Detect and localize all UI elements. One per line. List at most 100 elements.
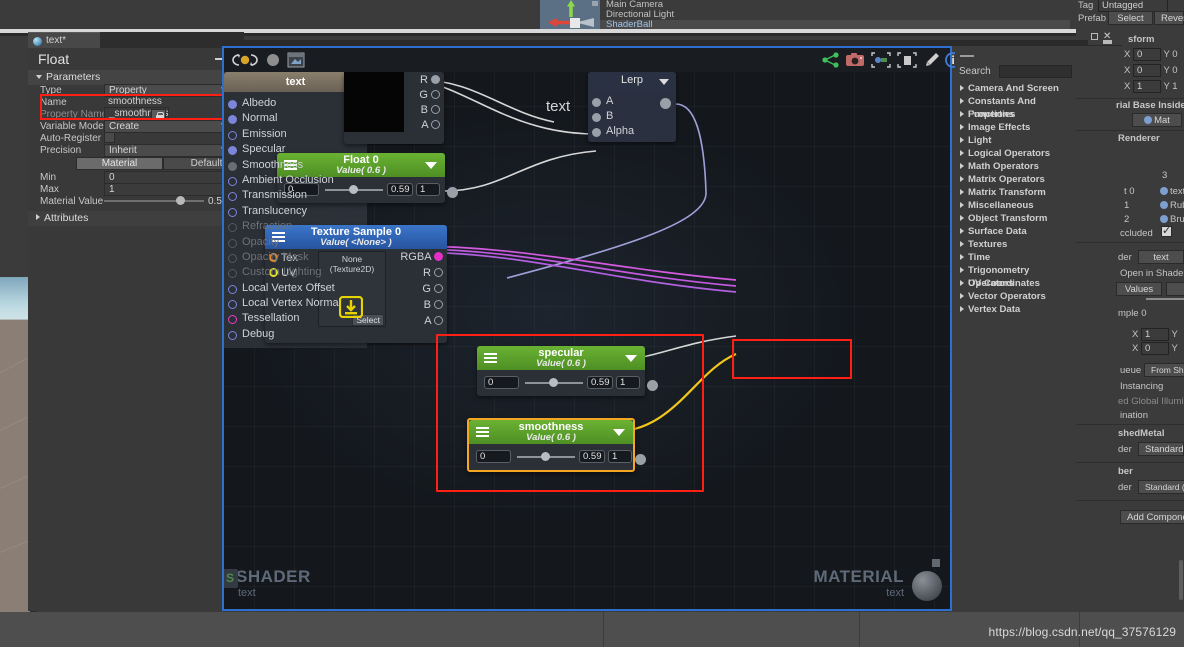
section-attributes[interactable]: Attributes	[28, 211, 244, 226]
palette-item-object-transform[interactable]: Object Transform	[957, 212, 1074, 225]
master-port-opacity-mask[interactable]: Opacity Mask	[224, 250, 367, 265]
add-component-button[interactable]: Add Compone	[1120, 510, 1184, 524]
shader-value[interactable]: text	[1138, 250, 1184, 264]
focus-selected-icon[interactable]	[870, 51, 892, 69]
max-field[interactable]: 1	[416, 183, 440, 196]
rotation-x-field[interactable]: 0	[1132, 64, 1161, 77]
position-y-value[interactable]: 0	[1172, 49, 1177, 60]
palette-item-math-operators[interactable]: Math Operators	[957, 160, 1074, 173]
auto-register-checkbox[interactable]	[104, 132, 115, 143]
dynamic-occluded-checkbox[interactable]	[1161, 224, 1172, 237]
rgba-output-port[interactable]: RGBA	[400, 251, 443, 263]
gizmo-menu-icon[interactable]	[592, 1, 598, 6]
palette-item-trigonometry-operators[interactable]: Trigonometry Operators	[957, 264, 1074, 289]
node-out-b[interactable]: B	[421, 104, 440, 116]
master-port-ambient-occlusion[interactable]: Ambient Occlusion	[224, 173, 367, 188]
shader-graph-canvas[interactable]: R G B A text Lerp A B Alpha Float 0 Valu…	[224, 72, 950, 609]
value-field[interactable]: 0.59	[387, 183, 413, 196]
a-output-port[interactable]: A	[424, 315, 443, 327]
master-port-normal[interactable]: Normal	[224, 111, 367, 126]
scene-view-gizmo[interactable]	[540, 0, 600, 30]
window-icon[interactable]	[286, 51, 306, 69]
graph-window-controls[interactable]: ✕	[1088, 31, 1122, 45]
download-icon[interactable]	[338, 296, 364, 319]
master-port-custom-lighting[interactable]: Custom Lighting	[224, 265, 367, 280]
materials-size-value[interactable]: 3	[1162, 170, 1167, 181]
palette-item-light[interactable]: Light	[957, 134, 1074, 147]
shader-dropdown[interactable]: Standard (Sp	[1138, 480, 1184, 494]
palette-item-logical-operators[interactable]: Logical Operators	[957, 147, 1074, 160]
material-object-field[interactable]: Mat	[1132, 113, 1182, 127]
node-out-a[interactable]: A	[421, 119, 440, 131]
lerp-port-b[interactable]: B	[588, 109, 676, 124]
palette-item-constants-and-properties[interactable]: Constants And Properties	[957, 95, 1074, 120]
scale-y-value[interactable]: 1	[1172, 81, 1177, 92]
node-out-r[interactable]: R	[420, 74, 440, 86]
node-out-g[interactable]: G	[419, 89, 440, 101]
palette-item-surface-data[interactable]: Surface Data	[957, 225, 1074, 238]
refresh-sphere-icon[interactable]	[232, 51, 258, 69]
extra-button[interactable]	[1166, 282, 1184, 296]
menu-icon[interactable]	[1103, 40, 1112, 44]
master-port-albedo[interactable]: Albedo	[224, 96, 367, 111]
slider-knob[interactable]	[176, 196, 185, 205]
palette-item-camera-and-screen[interactable]: Camera And Screen	[957, 82, 1074, 95]
g-output-port[interactable]: G	[422, 283, 443, 295]
material-slot-value[interactable]: Rub	[1160, 200, 1184, 211]
position-x-field[interactable]: 0	[1132, 48, 1161, 61]
search-input[interactable]	[999, 65, 1072, 78]
material-slot-value[interactable]: text	[1160, 186, 1184, 197]
master-port-debug[interactable]: Debug	[224, 327, 367, 342]
material-value-slider[interactable]	[104, 200, 204, 202]
offset-x-field[interactable]: 0	[1140, 342, 1169, 355]
master-node[interactable]: text Albedo Normal Emission Specular Smo…	[224, 72, 367, 349]
master-port-emission[interactable]: Emission	[224, 127, 367, 142]
material-tab-button[interactable]: Material	[76, 157, 163, 170]
maximize-icon[interactable]	[1091, 33, 1098, 40]
material-preview-sphere[interactable]	[912, 571, 942, 601]
clean-icon[interactable]	[922, 51, 942, 69]
palette-item-uv-coordinates[interactable]: UV Coordinates	[957, 277, 1074, 290]
shader-dropdown[interactable]: Standard	[1138, 442, 1184, 456]
section-parameters[interactable]: Parameters	[28, 70, 244, 85]
prefab-revert-button[interactable]: Revert	[1154, 11, 1184, 25]
palette-item-functions[interactable]: Functions	[957, 108, 1074, 121]
lerp-output-dot[interactable]	[660, 98, 671, 109]
b-output-port[interactable]: B	[424, 299, 443, 311]
palette-item-vector-operators[interactable]: Vector Operators	[957, 290, 1074, 303]
master-port-local-vertex-offset[interactable]: Local Vertex Offset	[224, 281, 367, 296]
palette-item-miscellaneous[interactable]: Miscellaneous	[957, 199, 1074, 212]
palette-item-vertex-data[interactable]: Vertex Data	[957, 303, 1074, 316]
palette-item-matrix-transform[interactable]: Matrix Transform	[957, 186, 1074, 199]
node-lerp[interactable]: Lerp A B Alpha	[588, 72, 676, 142]
chevron-down-icon[interactable]	[659, 79, 669, 85]
lerp-port-alpha[interactable]: Alpha	[588, 124, 676, 139]
rotation-y-value[interactable]: 0	[1172, 65, 1177, 76]
palette-item-textures[interactable]: Textures	[957, 238, 1074, 251]
tiling-x-field[interactable]: 1	[1140, 328, 1169, 341]
palette-item-time[interactable]: Time	[957, 251, 1074, 264]
share-icon[interactable]	[820, 51, 842, 69]
preview-sphere-icon[interactable]	[264, 51, 282, 69]
master-port-transmission[interactable]: Transmission	[224, 188, 367, 203]
precision-dropdown[interactable]: Inherit	[104, 144, 232, 157]
master-port-refraction[interactable]: Refraction	[224, 219, 367, 234]
render-queue-value[interactable]: From Shader	[1144, 363, 1184, 377]
palette-item-matrix-operators[interactable]: Matrix Operators	[957, 173, 1074, 186]
values-button[interactable]: Values	[1116, 282, 1162, 296]
prefab-select-button[interactable]: Select	[1108, 11, 1153, 25]
float-output-dot[interactable]	[447, 187, 458, 198]
tab-text[interactable]: text*	[28, 32, 100, 48]
material-preview-options-icon[interactable]	[932, 559, 940, 567]
master-port-specular[interactable]: Specular	[224, 142, 367, 157]
inspector-scrollbar[interactable]	[1179, 560, 1183, 600]
open-in-shader-editor-button[interactable]: Open in Shader	[1120, 268, 1184, 279]
fit-view-icon[interactable]	[896, 51, 918, 69]
palette-item-image-effects[interactable]: Image Effects	[957, 121, 1074, 134]
scale-x-field[interactable]: 1	[1132, 80, 1161, 93]
master-port-translucency[interactable]: Translucency	[224, 204, 367, 219]
chevron-down-icon[interactable]	[425, 162, 437, 169]
master-port-smoothness[interactable]: Smoothness	[224, 158, 367, 173]
master-port-opacity[interactable]: Opacity	[224, 235, 367, 250]
camera-icon[interactable]	[844, 51, 866, 69]
